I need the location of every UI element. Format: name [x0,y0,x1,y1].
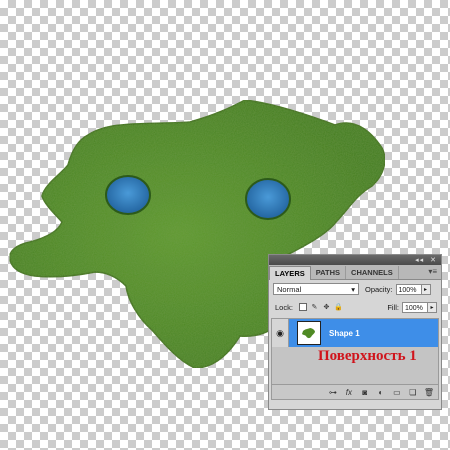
link-icon[interactable]: ⊶ [328,388,338,397]
fill-arrow-button[interactable]: ▸ [428,301,437,313]
trash-icon[interactable]: 🗑 [424,388,434,397]
pond-right [245,178,291,220]
fill-field[interactable]: 100% [402,301,428,313]
pond-left [105,175,151,215]
caption-text: Поверхность 1 [318,348,417,364]
adjustment-icon[interactable]: ◐ [376,388,386,397]
tab-paths[interactable]: PATHS [311,266,347,279]
close-icon[interactable]: ✕ [430,256,437,264]
shape-thumbnail-icon [302,328,315,339]
collapse-icon[interactable]: ◂◂ [415,256,424,264]
panel-tabs: LAYERS PATHS CHANNELS ▾≡ [269,265,441,280]
group-icon[interactable]: ▭ [392,388,402,397]
panel-title-bar[interactable]: ◂◂ ✕ [269,255,441,265]
panel-bottom-toolbar: ⊶ fx ◙ ◐ ▭ ❏ 🗑 [272,384,438,399]
new-layer-icon[interactable]: ❏ [408,388,418,397]
layer-thumbnail[interactable] [297,321,321,345]
lock-position-icon[interactable]: ✥ [322,303,331,312]
fill-label: Fill: [387,302,399,312]
panel-menu-icon[interactable]: ▾≡ [428,267,437,276]
blend-mode-value: Normal [277,284,302,294]
lock-all-icon[interactable]: 🔒 [334,303,343,312]
lock-row: Lock: ✎ ✥ 🔒 Fill: 100% ▸ [269,298,441,316]
blend-mode-select[interactable]: Normal ▾ [273,283,359,295]
blend-row: Normal ▾ Opacity: 100% ▸ [269,280,441,298]
layers-panel: ◂◂ ✕ LAYERS PATHS CHANNELS ▾≡ Normal ▾ O… [268,254,442,410]
tab-layers[interactable]: LAYERS [269,266,311,280]
eye-icon[interactable]: ◉ [272,319,289,347]
lock-label: Lock: [275,302,293,312]
fx-icon[interactable]: fx [344,388,354,397]
lock-transparent-icon[interactable] [298,302,307,311]
layer-link-slot [289,319,295,347]
chevron-down-icon: ▾ [351,284,355,294]
lock-image-icon[interactable]: ✎ [310,303,319,312]
opacity-field[interactable]: 100% [395,283,422,295]
opacity-label: Opacity: [365,284,393,294]
tab-channels[interactable]: CHANNELS [346,266,399,279]
opacity-arrow-button[interactable]: ▸ [421,283,431,295]
layer-row-shape-1[interactable]: ◉ Shape 1 [272,319,438,347]
mask-icon[interactable]: ◙ [360,388,370,397]
layer-name[interactable]: Shape 1 [329,329,360,338]
